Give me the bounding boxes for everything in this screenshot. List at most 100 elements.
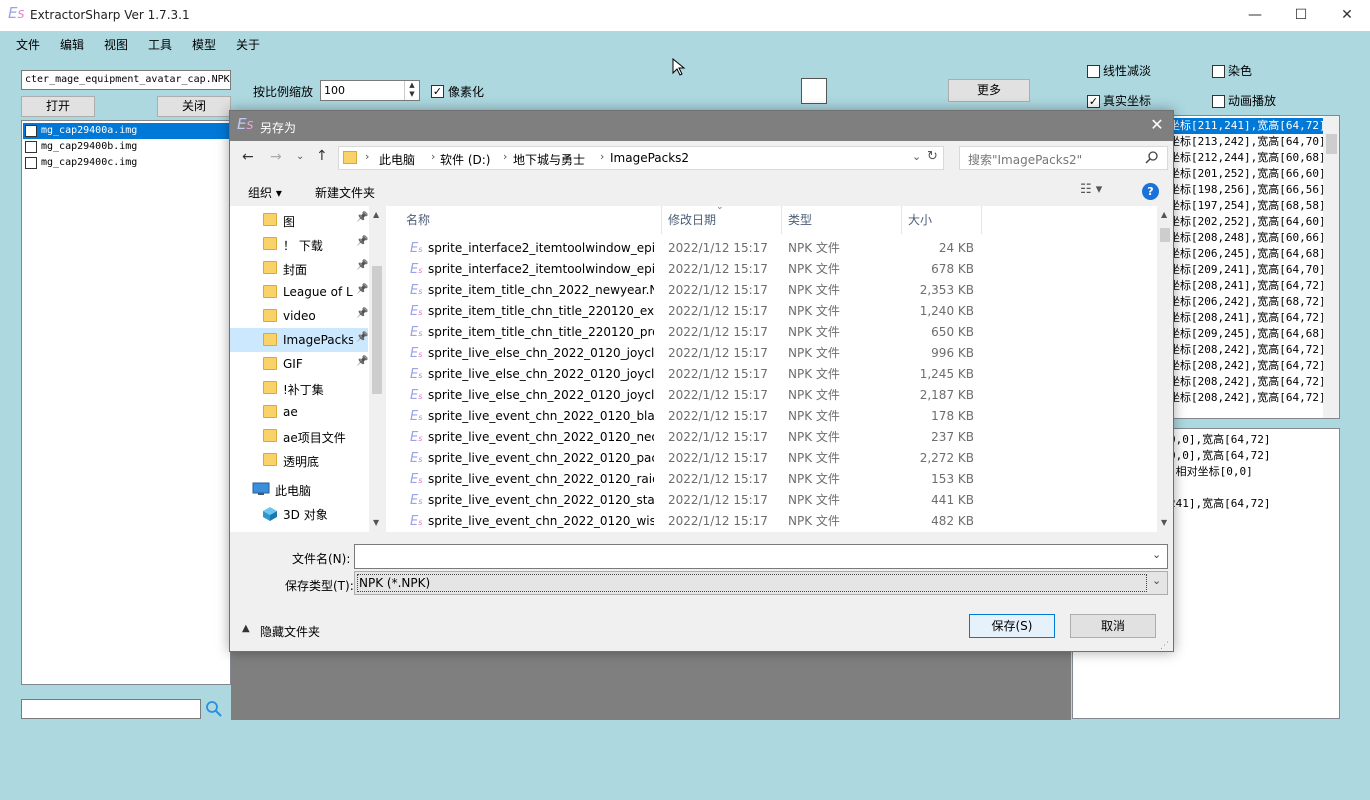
back-icon[interactable]: ←	[242, 149, 254, 165]
pin-icon[interactable]: 📌	[356, 236, 368, 247]
menu-tools[interactable]: 工具	[148, 36, 172, 53]
refresh-icon[interactable]: ↻	[927, 149, 938, 164]
nav-item[interactable]: !补丁集	[230, 376, 368, 400]
frame-list-item[interactable]: 坐标[208,242],宽高[64,72],	[1169, 374, 1329, 390]
list-item[interactable]: mg_cap29400a.img	[23, 123, 230, 139]
breadcrumb-drive[interactable]: 软件 (D:)	[440, 151, 490, 168]
menu-model[interactable]: 模型	[192, 36, 216, 53]
save-button[interactable]: 保存(S)	[969, 614, 1055, 638]
menu-about[interactable]: 关于	[236, 36, 260, 53]
open-button[interactable]: 打开	[21, 96, 95, 117]
dye-checkbox[interactable]	[1212, 65, 1225, 78]
frame-list-item[interactable]: 坐标[208,242],宽高[64,72],	[1169, 358, 1329, 374]
filename-input[interactable]	[354, 544, 1168, 569]
file-row[interactable]: Es sprite_live_else_chn_2022_0120_joyclu.…	[386, 385, 1157, 406]
scroll-up-icon[interactable]: ▲	[1161, 210, 1167, 219]
filename-dropdown-icon[interactable]: ⌄	[1152, 548, 1161, 561]
organize-menu[interactable]: 组织 ▾	[248, 184, 282, 201]
file-row[interactable]: Es sprite_item_title_chn_title_220120_exp…	[386, 301, 1157, 322]
search-box[interactable]: 搜索"ImagePacks2"	[959, 146, 1168, 170]
nav-3d-objects[interactable]: 3D 对象	[283, 506, 328, 523]
file-row[interactable]: Es sprite_item_title_chn_2022_newyear.N..…	[386, 280, 1157, 301]
img-file-list[interactable]: mg_cap29400a.img mg_cap29400b.img mg_cap…	[21, 120, 231, 685]
frame-list-item[interactable]: 坐标[208,242],宽高[64,72],	[1169, 342, 1329, 358]
pin-icon[interactable]: 📌	[356, 332, 368, 343]
search-icon[interactable]	[1144, 150, 1160, 166]
column-header-size[interactable]: 大小	[902, 206, 982, 234]
linear-fade-checkbox[interactable]	[1087, 65, 1100, 78]
preview-canvas[interactable]	[231, 650, 1071, 720]
filetype-dropdown-icon[interactable]: ⌄	[1152, 574, 1161, 587]
file-row[interactable]: Es sprite_live_else_chn_2022_0120_joyclu.…	[386, 364, 1157, 385]
frame-list-item[interactable]: 坐标[198,256],宽高[66,56],	[1169, 182, 1329, 198]
frame-list-item[interactable]: 坐标[201,252],宽高[66,60],	[1169, 166, 1329, 182]
scroll-down-icon[interactable]: ▼	[1161, 518, 1167, 527]
address-dropdown-icon[interactable]: ⌄	[912, 150, 921, 163]
nav-item[interactable]: 透明底	[230, 448, 368, 472]
nav-item[interactable]: ae	[230, 400, 368, 424]
file-row[interactable]: Es sprite_live_event_chn_2022_0120_stam..…	[386, 490, 1157, 511]
color-swatch[interactable]	[801, 78, 827, 104]
pin-icon[interactable]: 📌	[356, 260, 368, 271]
cancel-button[interactable]: 取消	[1070, 614, 1156, 638]
close-window-button[interactable]: ✕	[1324, 0, 1370, 31]
file-list-pane[interactable]: 名称 修改日期 类型 大小 ⌄ Es sprite_interface2_item…	[386, 202, 1173, 532]
pixelate-checkbox[interactable]: ✓	[431, 85, 444, 98]
pin-icon[interactable]: 📌	[356, 212, 368, 223]
nav-item[interactable]: 图 📌	[230, 208, 368, 232]
navigation-pane[interactable]: 图 📌！ 下载 📌 封面 📌 League of Le 📌 video 📌 ImagePacks 📌…	[230, 206, 385, 532]
file-row[interactable]: Es sprite_live_else_chn_2022_0120_joyclu.…	[386, 343, 1157, 364]
nav-item[interactable]: 封面 📌	[230, 256, 368, 280]
file-row[interactable]: Es sprite_interface2_itemtoolwindow_epi..…	[386, 238, 1157, 259]
breadcrumb-game-folder[interactable]: 地下城与勇士	[513, 151, 585, 168]
filetype-select[interactable]: NPK (*.NPK) ⌄	[354, 571, 1168, 595]
address-bar[interactable]: › 此电脑 › 软件 (D:) › 地下城与勇士 › ImagePacks2 ⌄…	[338, 146, 944, 170]
up-icon[interactable]: ↑	[316, 148, 328, 164]
frame-list-scrollbar[interactable]	[1323, 116, 1339, 418]
real-coords-checkbox[interactable]: ✓	[1087, 95, 1100, 108]
resize-grip-icon[interactable]: ⋰	[1160, 641, 1169, 651]
recent-chevron-icon[interactable]: ⌄	[296, 151, 304, 162]
new-folder-button[interactable]: 新建文件夹	[315, 184, 375, 201]
filter-input[interactable]	[21, 699, 201, 719]
frame-list-item[interactable]: 坐标[212,244],宽高[60,68],	[1169, 150, 1329, 166]
nav-item[interactable]: League of Le 📌	[230, 280, 368, 304]
scrollbar-thumb[interactable]	[372, 266, 382, 394]
scroll-down-icon[interactable]: ▼	[373, 518, 379, 527]
maximize-button[interactable]: ☐	[1278, 0, 1324, 31]
scrollbar-thumb[interactable]	[1326, 134, 1337, 154]
frame-list-item[interactable]: 坐标[208,241],宽高[64,72],	[1169, 310, 1329, 326]
nav-item[interactable]: video 📌	[230, 304, 368, 328]
list-item[interactable]: mg_cap29400b.img	[23, 139, 230, 155]
help-icon[interactable]: ?	[1142, 183, 1159, 200]
scale-spinner[interactable]: ▲ ▼	[404, 81, 419, 100]
file-row[interactable]: Es sprite_live_event_chn_2022_0120_neo...…	[386, 427, 1157, 448]
scroll-up-icon[interactable]: ▲	[373, 210, 379, 219]
nav-item[interactable]: ！ 下载 📌	[230, 232, 368, 256]
more-button[interactable]: 更多	[948, 79, 1030, 102]
file-row[interactable]: Es sprite_interface2_itemtoolwindow_epi..…	[386, 259, 1157, 280]
minimize-button[interactable]: —	[1232, 0, 1278, 31]
list-item-checkbox[interactable]	[25, 141, 37, 153]
frame-list-item[interactable]: 坐标[213,242],宽高[64,70],	[1169, 134, 1329, 150]
forward-icon[interactable]: →	[270, 149, 282, 165]
file-row[interactable]: Es sprite_item_title_chn_title_220120_pro…	[386, 322, 1157, 343]
list-item[interactable]: mg_cap29400c.img	[23, 155, 230, 171]
npk-path-input[interactable]: cter_mage_equipment_avatar_cap.NPK	[21, 70, 231, 90]
file-row[interactable]: Es sprite_live_event_chn_2022_0120_blac..…	[386, 406, 1157, 427]
column-header-type[interactable]: 类型	[782, 206, 902, 234]
list-item-checkbox[interactable]	[25, 125, 37, 137]
frame-list-item[interactable]: 坐标[206,245],宽高[64,68],	[1169, 246, 1329, 262]
nav-this-pc[interactable]: 此电脑	[275, 482, 311, 499]
nav-item[interactable]: ae项目文件	[230, 424, 368, 448]
frame-list-item[interactable]: 坐标[209,245],宽高[64,68],	[1169, 326, 1329, 342]
frame-list-item[interactable]: 坐标[209,241],宽高[64,70],	[1169, 262, 1329, 278]
frame-list-item[interactable]: 坐标[211,241],宽高[64,72],	[1169, 118, 1329, 134]
list-item-checkbox[interactable]	[25, 157, 37, 169]
menu-edit[interactable]: 编辑	[60, 36, 84, 53]
file-row[interactable]: Es sprite_live_event_chn_2022_0120_raid..…	[386, 469, 1157, 490]
file-row[interactable]: Es sprite_live_event_chn_2022_0120_wise..…	[386, 511, 1157, 532]
menu-file[interactable]: 文件	[16, 36, 40, 53]
close-button[interactable]: 关闭	[157, 96, 231, 117]
nav-item[interactable]: ImagePacks 📌	[230, 328, 368, 352]
